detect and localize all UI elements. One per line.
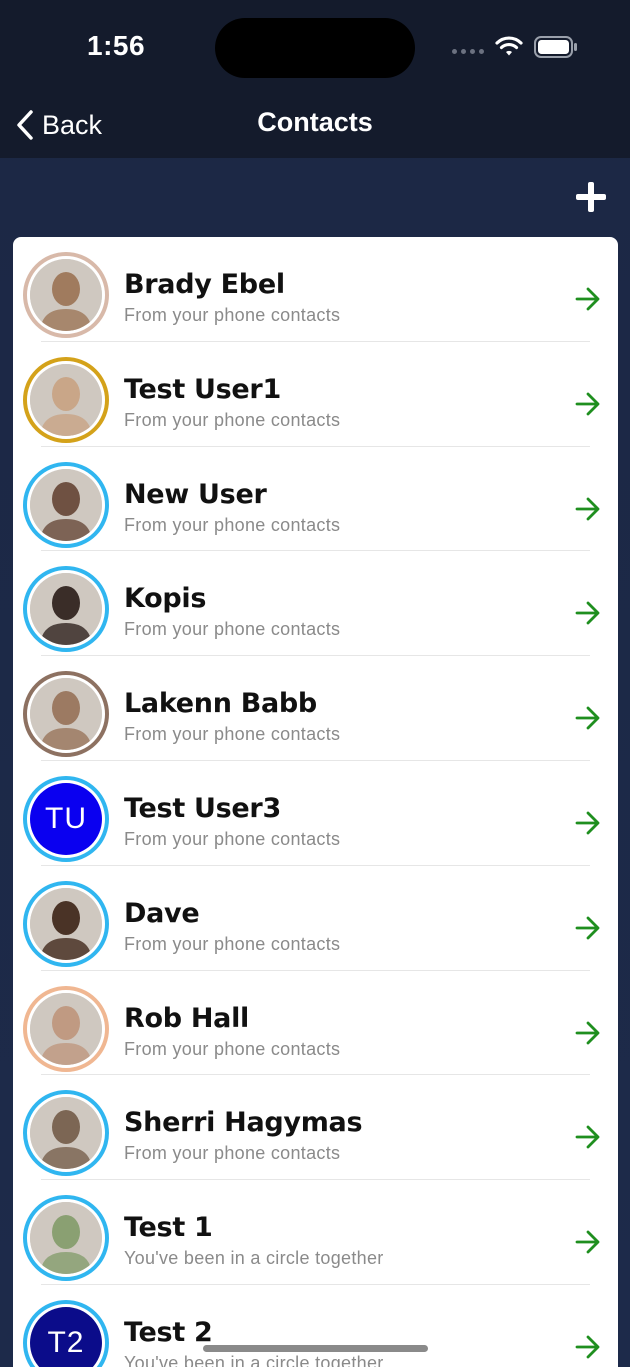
contact-name: Test 1 [124,1212,213,1244]
contact-subtitle: From your phone contacts [124,409,341,430]
arrow-right-icon[interactable] [574,1228,602,1256]
contact-row[interactable]: TU Test User3 From your phone contacts [13,761,618,866]
avatar [23,461,109,548]
avatar [23,252,109,338]
add-contact-button[interactable] [571,177,611,217]
arrow-right-icon[interactable] [574,390,602,418]
contact-name: Kopis [124,583,207,615]
contact-row[interactable]: Rob Hall From your phone contacts [13,971,618,1076]
arrow-right-icon[interactable] [574,809,602,837]
person-photo-icon [30,678,102,751]
status-bar: 1:56 [0,0,630,96]
contact-row[interactable]: New User From your phone contacts [13,447,618,552]
contact-name: New User [124,478,267,510]
arrow-right-icon[interactable] [574,704,602,732]
contact-name: Lakenn Babb [124,688,317,720]
contact-row[interactable]: Test User1 From your phone contacts [13,342,618,447]
initials-avatar: TU [30,782,102,855]
contact-row[interactable]: Sherri Hagymas From your phone contacts [13,1075,618,1180]
person-silhouette-icon [30,573,102,646]
person-photo-icon [30,1202,102,1275]
plus-icon [576,182,606,212]
avatar-initials: T2 [47,1325,85,1359]
avatar [23,1090,109,1177]
contact-subtitle: From your phone contacts [124,1143,341,1164]
contact-row[interactable]: Kopis From your phone contacts [13,551,618,656]
arrow-right-icon[interactable] [574,914,602,942]
avatar-initials: TU [45,801,87,835]
home-indicator[interactable] [203,1345,428,1352]
arrow-right-icon[interactable] [574,285,602,313]
contact-name: Sherri Hagymas [124,1107,363,1139]
person-silhouette-icon [30,1097,102,1170]
person-silhouette-icon [30,468,102,541]
person-photo-icon [30,887,102,960]
person-photo-icon [30,363,102,436]
contact-subtitle: From your phone contacts [124,828,341,849]
contact-name: Test User3 [124,792,281,824]
avatar [23,985,109,1072]
contact-row[interactable]: Dave From your phone contacts [13,866,618,971]
status-time: 1:56 [87,30,146,61]
person-photo-icon [30,259,102,331]
avatar [23,356,109,443]
contact-subtitle: From your phone contacts [124,619,341,640]
person-silhouette-icon [30,678,102,751]
contact-row[interactable]: Brady Ebel From your phone contacts [13,237,618,342]
contact-subtitle: From your phone contacts [124,1038,341,1059]
person-photo-icon [30,992,102,1065]
arrow-right-icon[interactable] [574,1019,602,1047]
contact-subtitle: From your phone contacts [124,933,341,954]
contact-row[interactable]: Lakenn Babb From your phone contacts [13,656,618,761]
contact-subtitle: From your phone contacts [124,514,341,535]
avatar [23,1195,109,1282]
person-silhouette-icon [30,259,102,331]
avatar: TU [23,775,109,862]
avatar [23,671,109,758]
person-silhouette-icon [30,363,102,436]
navigation-bar: Back Contacts [0,96,630,158]
avatar: T2 [23,1299,109,1367]
contact-name: Rob Hall [124,1002,249,1034]
contact-name: Test 2 [124,1316,213,1348]
contact-subtitle: From your phone contacts [124,305,341,325]
contact-subtitle: You've been in a circle together [124,1352,384,1367]
arrow-right-icon[interactable] [574,1333,602,1361]
arrow-right-icon[interactable] [574,495,602,523]
wifi-icon [495,36,523,56]
person-photo-icon [30,573,102,646]
arrow-right-icon[interactable] [574,1123,602,1151]
avatar [23,566,109,653]
page-title: Contacts [257,107,373,137]
avatar [23,880,109,967]
contact-list: Brady Ebel From your phone contacts Test U… [13,237,618,1367]
signal-icon [452,49,484,54]
contact-subtitle: From your phone contacts [124,724,341,745]
arrow-right-icon[interactable] [574,599,602,627]
person-silhouette-icon [30,1202,102,1275]
person-silhouette-icon [30,887,102,960]
person-photo-icon [30,468,102,541]
initials-avatar: T2 [30,1306,102,1367]
contact-row[interactable]: T2 Test 2 You've been in a circle together [13,1285,618,1367]
person-silhouette-icon [30,992,102,1065]
contact-name: Test User1 [124,373,281,405]
person-photo-icon [30,1097,102,1170]
battery-icon [534,36,577,58]
contact-row[interactable]: Test 1 You've been in a circle together [13,1180,618,1285]
contact-subtitle: You've been in a circle together [124,1248,384,1269]
contact-name: Dave [124,897,200,929]
contact-name: Brady Ebel [124,269,285,300]
dynamic-island [215,18,415,78]
